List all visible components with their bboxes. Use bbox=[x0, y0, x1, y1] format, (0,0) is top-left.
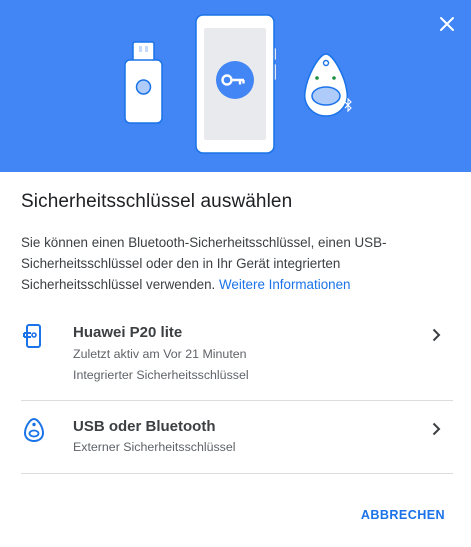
option-name: USB oder Bluetooth bbox=[73, 418, 216, 435]
option-huawei-p20-lite[interactable]: Huawei P20 lite Zuletzt aktiv am Vor 21 … bbox=[21, 314, 453, 400]
hero-banner bbox=[0, 0, 471, 172]
cancel-button[interactable]: ABBRECHEN bbox=[361, 508, 445, 522]
option-type: Integrierter Sicherheitsschlüssel bbox=[73, 368, 249, 382]
chevron-right-icon bbox=[432, 328, 441, 342]
security-key-dialog: Sicherheitsschlüssel auswählen Sie könne… bbox=[0, 0, 471, 547]
bluetooth-fob-illustration bbox=[304, 53, 352, 117]
chevron-right-icon bbox=[432, 422, 441, 436]
dialog-title: Sicherheitsschlüssel auswählen bbox=[21, 191, 293, 212]
learn-more-link[interactable]: Weitere Informationen bbox=[219, 277, 351, 292]
divider bbox=[21, 400, 453, 401]
option-usb-or-bluetooth[interactable]: USB oder Bluetooth Externer Sicherheitss… bbox=[21, 408, 453, 473]
divider bbox=[21, 473, 453, 474]
security-keys-illustration bbox=[124, 14, 352, 154]
close-icon[interactable] bbox=[437, 14, 457, 34]
option-last-active: Zuletzt aktiv am Vor 21 Minuten bbox=[73, 347, 247, 361]
usb-key-illustration bbox=[124, 41, 163, 124]
dialog-description: Sie können einen Bluetooth-Sicherheitssc… bbox=[21, 232, 441, 295]
option-type: Externer Sicherheitsschlüssel bbox=[73, 440, 236, 454]
phone-illustration bbox=[195, 14, 276, 154]
option-name: Huawei P20 lite bbox=[73, 324, 183, 341]
phone-key-icon bbox=[23, 324, 41, 348]
security-key-icon bbox=[23, 417, 45, 443]
